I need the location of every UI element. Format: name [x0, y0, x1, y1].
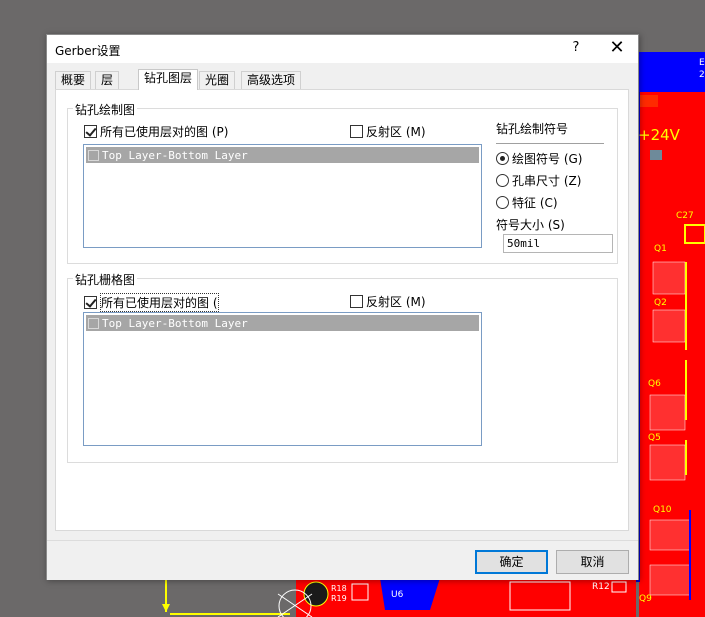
pcb-label-c27: C27	[676, 211, 694, 221]
drill-drawing-all-used-checkbox[interactable]: 所有已使用层对的图 (P)	[84, 123, 228, 140]
checkbox-box[interactable]	[84, 296, 97, 309]
drill-guide-mirror-checkbox[interactable]: 反射区 (M)	[350, 293, 426, 310]
radio-circle[interactable]	[496, 152, 509, 165]
checkbox-label: 所有已使用层对的图 (	[100, 293, 219, 312]
checkbox-box[interactable]	[350, 295, 363, 308]
tab-advanced[interactable]: 高级选项	[241, 71, 302, 90]
pcb-label-2: 2	[699, 70, 705, 80]
drill-drawing-mirror-checkbox[interactable]: 反射区 (M)	[350, 123, 426, 140]
symbol-size-label: 符号大小 (S)	[496, 218, 565, 232]
pcb-label-24v: +24V	[638, 126, 680, 144]
pcb-label-r12: R12	[592, 582, 610, 592]
tab-apertures[interactable]: 光圈	[199, 71, 236, 90]
gerber-settings-dialog: Gerber设置 ? ✕ 概要 层 钻孔图层 光圈 高级选项 钻孔绘制图 所有已…	[46, 34, 639, 580]
list-item-label: Top Layer-Bottom Layer	[102, 316, 248, 330]
drill-guide-layer-list[interactable]: Top Layer-Bottom Layer	[83, 312, 482, 446]
list-item[interactable]: Top Layer-Bottom Layer	[86, 147, 479, 163]
pcb-label-e: E	[699, 58, 705, 68]
radio-circle[interactable]	[496, 196, 509, 209]
radio-graphic-symbols[interactable]: 绘图符号 (G)	[496, 150, 582, 167]
checkbox-box[interactable]	[350, 125, 363, 138]
help-button[interactable]: ?	[566, 40, 586, 55]
drill-guide-group: 钻孔栅格图 所有已使用层对的图 ( 反射区 (M) Top Layer-Bott…	[67, 271, 618, 463]
dialog-title: Gerber设置	[55, 44, 121, 58]
list-item-label: Top Layer-Bottom Layer	[102, 148, 248, 162]
radio-label: 特征 (C)	[512, 196, 558, 210]
pcb-label-q5: Q5	[648, 433, 661, 443]
radio-characters[interactable]: 特征 (C)	[496, 194, 558, 211]
tab-drill-drawing[interactable]: 钻孔图层	[138, 69, 199, 90]
drill-symbol-title: 钻孔绘制符号	[496, 122, 569, 136]
divider	[496, 143, 604, 144]
symbol-size-input[interactable]: 50mil	[503, 234, 613, 253]
dialog-footer: 确定 取消	[47, 540, 638, 580]
checkbox-label: 所有已使用层对的图 (P)	[100, 125, 229, 139]
pcb-label-r19: R19	[331, 594, 347, 603]
drill-guide-all-used-checkbox[interactable]: 所有已使用层对的图 (	[84, 293, 219, 312]
pcb-label-r18: R18	[331, 584, 347, 593]
drill-drawing-layer-list[interactable]: Top Layer-Bottom Layer	[83, 144, 482, 248]
checkbox-box[interactable]	[84, 125, 97, 138]
drill-guide-title: 钻孔栅格图	[73, 271, 138, 288]
list-item-checkbox[interactable]	[88, 149, 99, 161]
radio-label: 孔串尺寸 (Z)	[512, 174, 582, 188]
pcb-label-q9: Q9	[639, 594, 652, 604]
ok-button[interactable]: 确定	[475, 550, 548, 574]
pcb-label-q10: Q10	[653, 505, 672, 515]
list-item[interactable]: Top Layer-Bottom Layer	[86, 315, 479, 331]
pcb-label-q2: Q2	[654, 298, 667, 308]
drill-drawing-title: 钻孔绘制图	[73, 101, 138, 118]
pcb-label-q1: Q1	[654, 244, 667, 254]
checkbox-label: 反射区 (M)	[366, 295, 426, 309]
close-button[interactable]: ✕	[605, 37, 629, 58]
pcb-label-q6: Q6	[648, 379, 661, 389]
dialog-titlebar[interactable]: Gerber设置 ? ✕	[47, 35, 638, 63]
tab-layers[interactable]: 层	[95, 71, 120, 90]
tab-general[interactable]: 概要	[55, 71, 92, 90]
checkbox-label: 反射区 (M)	[366, 125, 426, 139]
radio-circle[interactable]	[496, 174, 509, 187]
radio-hole-size[interactable]: 孔串尺寸 (Z)	[496, 172, 581, 189]
tab-panel: 钻孔绘制图 所有已使用层对的图 (P) 反射区 (M) Top Layer-Bo…	[55, 89, 629, 531]
pcb-label-u6: U6	[391, 590, 404, 600]
cancel-button[interactable]: 取消	[556, 550, 629, 574]
list-item-checkbox[interactable]	[88, 317, 99, 329]
radio-label: 绘图符号 (G)	[512, 152, 583, 166]
